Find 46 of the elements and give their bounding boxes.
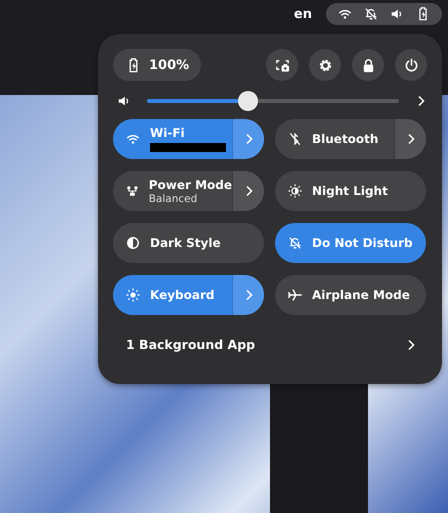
- toggle-subtitle: Balanced: [148, 192, 198, 204]
- menu-arrow-button[interactable]: [232, 275, 264, 315]
- quick-toggle[interactable]: Do Not Disturb: [275, 223, 426, 263]
- toggle-label: Keyboard: [150, 288, 214, 302]
- settings-button[interactable]: [309, 49, 341, 81]
- sun-icon: [126, 288, 140, 302]
- speaker-icon: [117, 94, 131, 108]
- quick-toggle[interactable]: Dark Style: [113, 223, 264, 263]
- quick-toggle[interactable]: Wi-Fi: [113, 119, 264, 159]
- bell-muted-icon: [288, 236, 302, 250]
- toggle-label: Airplane Mode: [312, 288, 410, 302]
- volume-slider[interactable]: [147, 91, 399, 111]
- quick-toggle[interactable]: Power Mode Balanced: [113, 171, 264, 211]
- battery-percentage: 100%: [149, 58, 190, 72]
- bluetooth-off-icon: [288, 132, 302, 146]
- language-indicator[interactable]: en: [294, 6, 312, 22]
- toggle-label: Dark Style: [150, 236, 221, 250]
- slider-thumb[interactable]: [238, 91, 258, 111]
- airplane-icon: [288, 288, 302, 302]
- lock-button[interactable]: [352, 49, 384, 81]
- toggle-label: Power Mode: [148, 178, 232, 192]
- speaker-icon: [390, 7, 404, 21]
- screenshot-icon: [274, 58, 290, 72]
- toggle-label: Bluetooth: [312, 132, 378, 146]
- power-button[interactable]: [395, 49, 427, 81]
- bell-muted-icon: [364, 7, 378, 21]
- battery-indicator[interactable]: 100%: [113, 49, 202, 81]
- toggle-label: Night Light: [312, 184, 388, 198]
- wifi-icon: [338, 7, 352, 21]
- toggle-label: Wi-Fi: [150, 126, 186, 140]
- sun-moon-icon: [288, 184, 302, 198]
- toggle-label: Do Not Disturb: [312, 236, 413, 250]
- quick-toggle[interactable]: Keyboard: [113, 275, 264, 315]
- status-area[interactable]: [326, 3, 442, 25]
- quick-toggle[interactable]: Airplane Mode: [275, 275, 426, 315]
- quick-toggle[interactable]: Bluetooth: [275, 119, 426, 159]
- background-apps-label: 1 Background App: [126, 337, 256, 352]
- settings-icon: [318, 58, 332, 72]
- network-icon: [126, 184, 139, 198]
- half-circle-icon: [126, 236, 140, 250]
- screenshot-button[interactable]: [266, 49, 298, 81]
- quick-toggle[interactable]: Night Light: [275, 171, 426, 211]
- menu-arrow-button[interactable]: [232, 119, 264, 159]
- power-icon: [404, 58, 418, 72]
- background-apps-row[interactable]: 1 Background App: [126, 337, 417, 352]
- wifi-icon: [126, 132, 140, 146]
